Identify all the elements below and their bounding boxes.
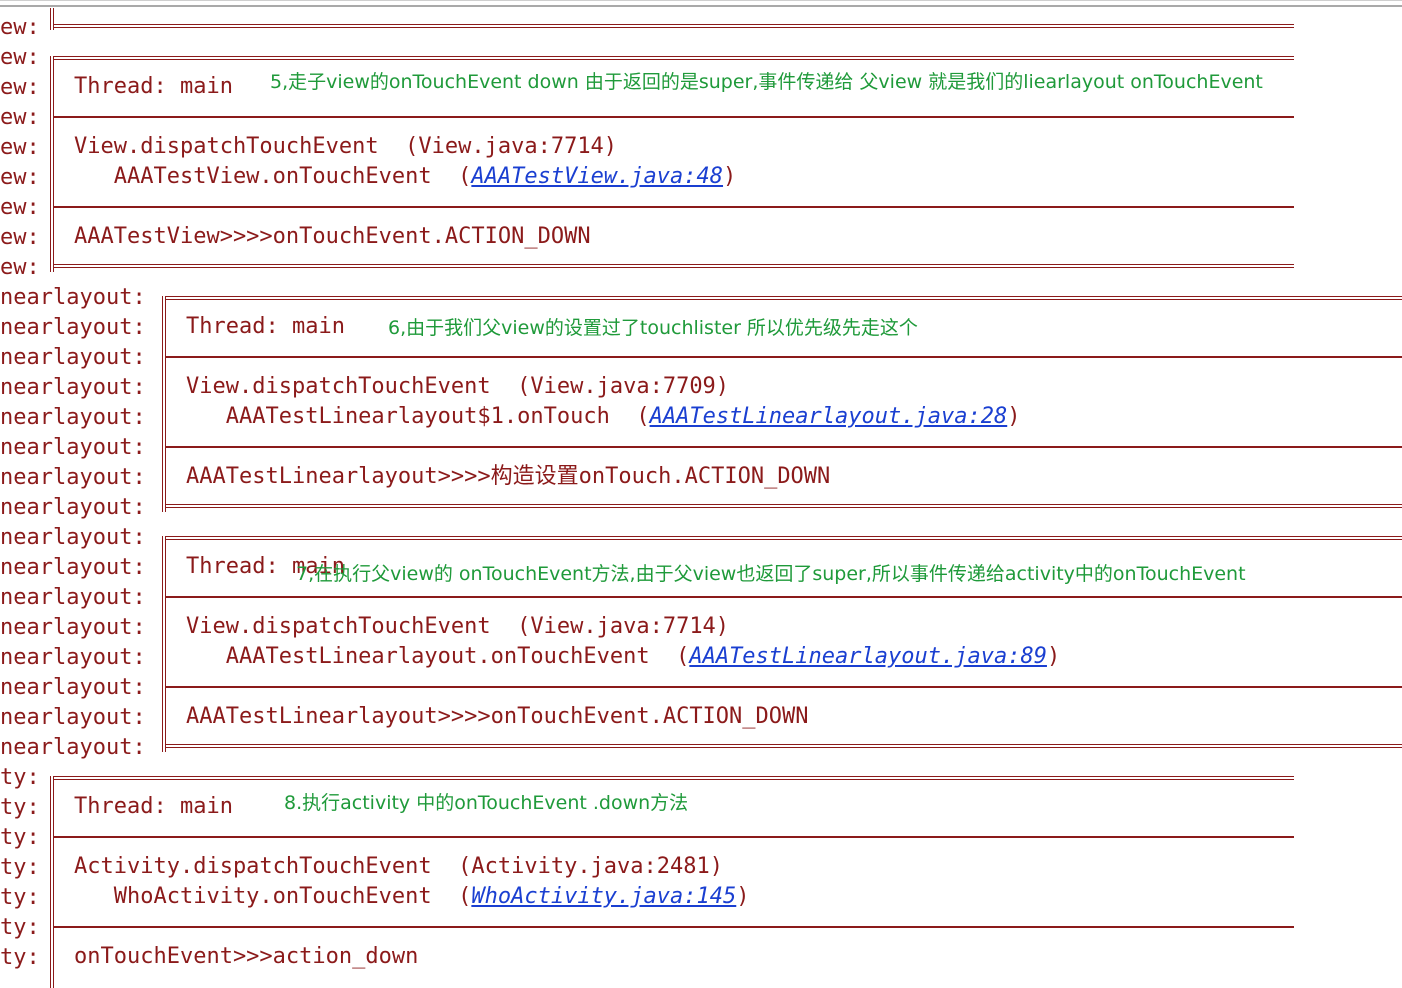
log-tag-line: nearlayout:: [0, 285, 146, 310]
stack-line: AAATestLinearlayout$1.onTouch (AAATestLi…: [186, 404, 1021, 429]
frame-divider: [54, 206, 1294, 208]
log-tag-line: nearlayout:: [0, 735, 146, 760]
log-tag-line: ty:: [0, 915, 40, 940]
log-tag-line: ew:: [0, 255, 40, 280]
stack-line: View.dispatchTouchEvent (View.java:7709): [186, 374, 730, 399]
top-divider: [0, 0, 1402, 7]
annotation-note: 8.执行activity 中的onTouchEvent .down方法: [284, 792, 689, 814]
frame-top-rule: [54, 56, 1294, 60]
frame-divider: [166, 356, 1402, 358]
log-tag-line: nearlayout:: [0, 465, 146, 490]
frame-divider: [54, 116, 1294, 118]
log-tag-line: nearlayout:: [0, 615, 146, 640]
stack-line: AAATestLinearlayout.onTouchEvent (AAATes…: [186, 644, 1061, 669]
log-tag-line: nearlayout:: [0, 705, 146, 730]
log-tag-line: nearlayout:: [0, 315, 146, 340]
log-tag-line: ew:: [0, 105, 40, 130]
log-tag-line: nearlayout:: [0, 405, 146, 430]
log-tag-line: ty:: [0, 795, 40, 820]
frame-bottom-rule: [54, 264, 1294, 268]
log-tag-line: ew:: [0, 165, 40, 190]
thread-label: Thread: main: [74, 74, 233, 99]
previous-log-frame-tail: [50, 8, 1294, 30]
log-tag-line: ew:: [0, 15, 40, 40]
log-tag-line: nearlayout:: [0, 585, 146, 610]
frame-bottom-rule: [166, 504, 1402, 508]
frame-top-rule: [166, 296, 1402, 300]
log-message: onTouchEvent>>>action_down: [74, 944, 419, 969]
log-tag-line: ew:: [0, 225, 40, 250]
stack-line: WhoActivity.onTouchEvent (WhoActivity.ja…: [74, 884, 750, 909]
frame-divider: [166, 686, 1402, 688]
log-message: AAATestLinearlayout>>>>构造设置onTouch.ACTIO…: [186, 464, 831, 489]
thread-label: Thread: main: [74, 794, 233, 819]
log-tag-line: ty:: [0, 855, 40, 880]
log-tag-line: nearlayout:: [0, 435, 146, 460]
source-link[interactable]: AAATestLinearlayout.java:28: [650, 404, 1008, 429]
thread-label: Thread: main: [186, 314, 345, 339]
frame-divider: [54, 926, 1294, 928]
stack-line: View.dispatchTouchEvent (View.java:7714): [186, 614, 730, 639]
log-tag-line: nearlayout:: [0, 645, 146, 670]
frame-bottom-rule: [166, 744, 1402, 748]
log-tag-line: nearlayout:: [0, 555, 146, 580]
source-link[interactable]: AAATestLinearlayout.java:89: [689, 644, 1047, 669]
log-message: AAATestView>>>>onTouchEvent.ACTION_DOWN: [74, 224, 591, 249]
frame-divider: [166, 596, 1402, 598]
frame-top-rule: [166, 536, 1402, 540]
annotation-note: 5,走子view的onTouchEvent down 由于返回的是super,事…: [270, 71, 1263, 93]
source-link[interactable]: AAATestView.java:48: [471, 164, 723, 189]
frame-divider: [54, 836, 1294, 838]
log-message: AAATestLinearlayout>>>>onTouchEvent.ACTI…: [186, 704, 809, 729]
frame-divider: [166, 446, 1402, 448]
log-tag-line: ty:: [0, 885, 40, 910]
source-link[interactable]: WhoActivity.java:145: [471, 884, 736, 909]
log-tag-line: nearlayout:: [0, 375, 146, 400]
log-tag-line: ty:: [0, 945, 40, 970]
log-tag-line: ew:: [0, 75, 40, 100]
log-tag-line: ew:: [0, 135, 40, 160]
stack-line: View.dispatchTouchEvent (View.java:7714): [74, 134, 618, 159]
log-tag-line: nearlayout:: [0, 345, 146, 370]
annotation-note: 6,由于我们父view的设置过了touchlister 所以优先级先走这个: [388, 317, 918, 339]
log-tag-line: ew:: [0, 45, 40, 70]
log-tag-line: ty:: [0, 825, 40, 850]
stack-line: AAATestView.onTouchEvent (AAATestView.ja…: [74, 164, 737, 189]
log-tag-line: nearlayout:: [0, 675, 146, 700]
log-tag-line: ew:: [0, 195, 40, 220]
frame-top-rule: [54, 776, 1294, 780]
annotation-note: 7,在执行父view的 onTouchEvent方法,由于父view也返回了su…: [296, 563, 1246, 585]
frame-bottom-rule: [54, 24, 1294, 28]
stack-line: Activity.dispatchTouchEvent (Activity.ja…: [74, 854, 724, 879]
log-tag-line: nearlayout:: [0, 525, 146, 550]
log-tag-line: nearlayout:: [0, 495, 146, 520]
log-tag-line: ty:: [0, 765, 40, 790]
